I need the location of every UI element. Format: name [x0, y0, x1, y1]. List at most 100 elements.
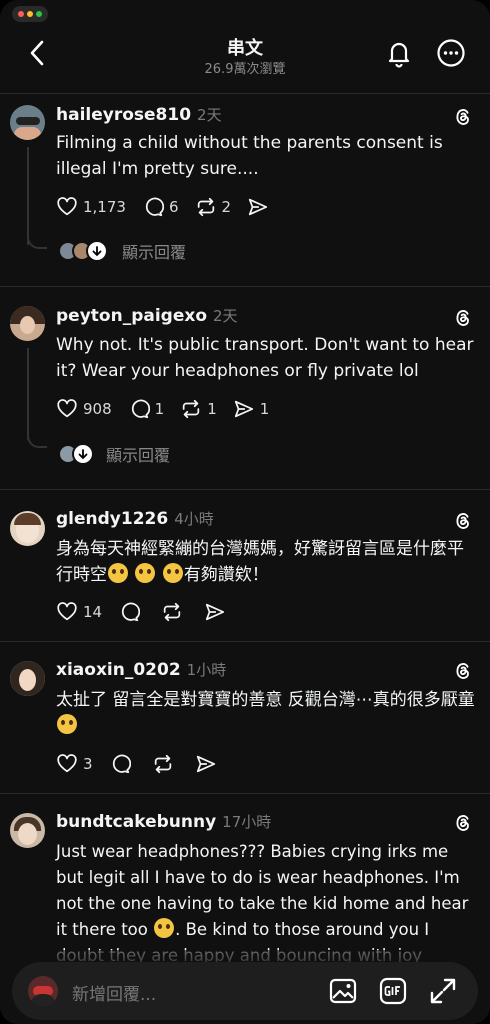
bell-icon[interactable]	[384, 38, 414, 68]
reply-composer[interactable]: 新增回覆...	[12, 962, 478, 1020]
repost-icon	[163, 602, 181, 622]
like-button[interactable]: 14	[56, 601, 102, 623]
post-time: 17小時	[222, 813, 272, 831]
avatar[interactable]	[10, 813, 45, 848]
repost-button[interactable]: 2	[195, 196, 232, 218]
username[interactable]: bundtcakebunny 17小時	[56, 811, 271, 832]
post-text-part: 太扯了 留言全是對寶寶的善意 反觀台灣⋯真的很多厭童	[56, 690, 475, 710]
threads-icon[interactable]	[452, 105, 474, 127]
like-button[interactable]: 908	[56, 398, 112, 420]
username[interactable]: haileyrose810 2天	[56, 104, 222, 125]
username[interactable]: glendy1226 4小時	[56, 508, 214, 529]
threads-icon[interactable]	[452, 306, 474, 328]
comment-button[interactable]	[118, 601, 145, 623]
repost-button[interactable]	[152, 753, 179, 775]
thread-curve	[27, 235, 47, 249]
maximize-dot[interactable]	[36, 11, 42, 17]
share-icon	[248, 198, 268, 216]
app-window: 串文 26.9萬次瀏覽 haileyrose810 2天 Filming a ch…	[0, 0, 490, 1024]
repost-button[interactable]: 1	[180, 398, 217, 420]
repost-button[interactable]	[161, 601, 188, 623]
threads-icon[interactable]	[452, 811, 474, 833]
comment-icon	[145, 197, 164, 217]
avatar[interactable]	[10, 306, 45, 341]
repost-icon	[182, 399, 200, 419]
minimize-dot[interactable]	[27, 11, 33, 17]
pleading-face-emoji	[162, 563, 183, 583]
post-time: 2天	[213, 307, 238, 325]
share-icon	[205, 603, 225, 621]
reply-post: glendy1226 4小時 身為每天神經緊繃的台灣媽媽，好驚訝留言區是什麼平行時…	[0, 491, 490, 642]
comment-button[interactable]: 1	[128, 398, 164, 420]
show-replies[interactable]: 顯示回覆	[58, 442, 170, 466]
repost-count: 2	[221, 198, 232, 216]
show-replies-label[interactable]: 顯示回覆	[106, 442, 170, 466]
username[interactable]: peyton_paigexo 2天	[56, 305, 238, 326]
heart-icon	[57, 602, 77, 621]
post-text: 太扯了 留言全是對寶寶的善意 反觀台灣⋯真的很多厭童	[56, 687, 476, 739]
comment-button[interactable]	[109, 753, 136, 775]
like-count: 14	[83, 603, 103, 621]
username[interactable]: xiaoxin_0202 1小時	[56, 659, 226, 680]
avatar[interactable]	[10, 661, 45, 696]
action-bar: 908 1 1 1	[56, 397, 285, 421]
username-text[interactable]: xiaoxin_0202	[56, 660, 181, 680]
show-replies[interactable]: 顯示回覆	[58, 239, 186, 263]
like-button[interactable]: 3	[56, 753, 93, 775]
share-button[interactable]	[204, 601, 231, 623]
repost-count: 1	[207, 400, 217, 418]
comment-icon	[121, 602, 141, 622]
loudly-crying-face-emoji	[154, 918, 175, 938]
gif-icon[interactable]	[378, 976, 408, 1006]
more-icon[interactable]	[436, 38, 466, 68]
window-controls[interactable]	[12, 6, 48, 22]
avatar[interactable]	[10, 511, 45, 546]
username-text[interactable]: glendy1226	[56, 509, 168, 529]
action-bar: 14	[56, 600, 247, 624]
username-text[interactable]: haileyrose810	[56, 105, 191, 125]
post-time: 1小時	[186, 661, 227, 679]
share-button[interactable]	[247, 196, 274, 218]
post-text: 身為每天神經緊繃的台灣媽媽，好驚訝留言區是什麼平行時空 有夠讚欸！	[56, 536, 476, 588]
post-text: Why not. It's public transport. Don't wa…	[56, 335, 474, 381]
top-bar: 串文 26.9萬次瀏覽	[0, 24, 490, 94]
reply-post: xiaoxin_0202 1小時 太扯了 留言全是對寶寶的善意 反觀台灣⋯真的很多…	[0, 643, 490, 794]
share-count: 1	[259, 400, 270, 418]
close-dot[interactable]	[18, 11, 24, 17]
username-text[interactable]: bundtcakebunny	[56, 812, 216, 832]
arrow-down-icon	[72, 443, 94, 465]
comment-button[interactable]: 6	[142, 196, 179, 218]
share-button[interactable]: 1	[233, 398, 270, 420]
like-count: 1,173	[83, 198, 126, 216]
share-icon	[234, 400, 253, 418]
expand-icon[interactable]	[428, 976, 458, 1006]
arrow-down-icon	[86, 240, 108, 262]
page-title: 串文	[227, 38, 263, 59]
reply-post: peyton_paigexo 2天 Why not. It's public tr…	[0, 288, 490, 490]
like-count: 3	[83, 755, 93, 773]
my-avatar	[28, 976, 58, 1006]
reply-input[interactable]: 新增回覆...	[72, 980, 156, 1005]
view-count: 26.9萬次瀏覽	[204, 62, 286, 77]
post-text: Filming a child without the parents cons…	[56, 133, 443, 179]
heart-icon	[57, 754, 77, 773]
threads-icon[interactable]	[452, 509, 474, 531]
share-button[interactable]	[195, 753, 222, 775]
share-icon	[196, 755, 215, 773]
like-button[interactable]: 1,173	[56, 196, 126, 218]
comment-count: 6	[168, 198, 179, 216]
heart-icon	[57, 197, 77, 216]
username-text[interactable]: peyton_paigexo	[56, 306, 207, 326]
avatar[interactable]	[10, 105, 45, 140]
action-bar: 3	[56, 752, 238, 776]
show-replies-label[interactable]: 顯示回覆	[122, 239, 186, 263]
heart-icon	[57, 399, 77, 418]
threads-icon[interactable]	[452, 659, 474, 681]
post-time: 4小時	[174, 510, 214, 528]
repost-icon	[197, 197, 214, 217]
action-bar: 1,173 6 2	[56, 195, 290, 219]
post-time: 2天	[197, 106, 222, 124]
reply-post: haileyrose810 2天 Filming a child without …	[0, 95, 490, 287]
thread-line	[27, 348, 29, 440]
image-icon[interactable]	[328, 976, 358, 1006]
